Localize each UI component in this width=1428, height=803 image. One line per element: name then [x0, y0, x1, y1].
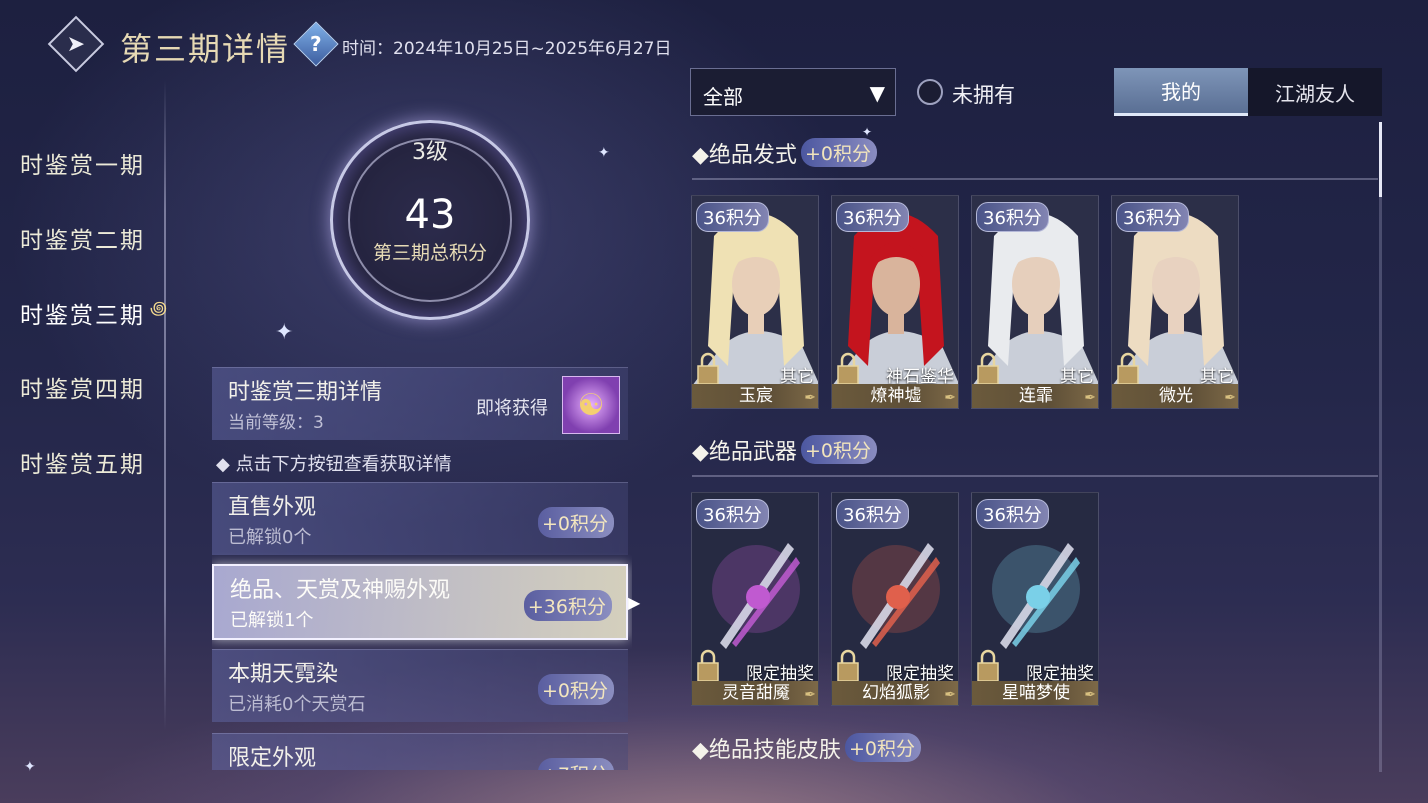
- sparkle-icon: ✦: [275, 320, 294, 345]
- lock-icon: [837, 352, 859, 385]
- score-caption: 第三期总积分: [372, 242, 487, 264]
- back-button[interactable]: ➤: [47, 15, 105, 73]
- lock-icon: [1117, 352, 1139, 385]
- section-title: 绝品技能皮肤: [708, 738, 841, 763]
- help-button[interactable]: ?: [293, 21, 339, 67]
- card-points-badge: 36积分: [696, 499, 769, 529]
- level-ring: 3级 43 第三期总积分: [330, 120, 530, 320]
- item-card[interactable]: 36积分 神石鉴华 燎神墟 ✒: [831, 195, 959, 409]
- category-list[interactable]: 直售外观 已解锁0个 +0积分 绝品、天赏及神赐外观 已解锁1个 +36积分 本…: [212, 480, 632, 770]
- lock-icon: [837, 649, 859, 682]
- points-badge: +0积分: [800, 435, 877, 464]
- item-card[interactable]: 36积分 其它 玉宸 ✒: [691, 195, 819, 409]
- card-points-badge: 36积分: [836, 202, 909, 232]
- card-points-badge: 36积分: [976, 499, 1049, 529]
- level-text: 3级: [412, 140, 448, 165]
- lock-icon: [697, 352, 719, 385]
- item-card[interactable]: 36积分 限定抽奖 灵音甜魇 ✒: [691, 492, 819, 706]
- active-swirl-icon: ꩜: [150, 298, 168, 319]
- scrollbar-thumb[interactable]: [1379, 122, 1382, 197]
- nav-item-season-4[interactable]: 时鉴赏四期: [20, 370, 145, 404]
- quill-icon: ✒: [944, 687, 956, 703]
- section-title: 绝品发式: [708, 143, 797, 168]
- category-dye[interactable]: 本期天霓染 已消耗0个天赏石 +0积分: [212, 649, 628, 722]
- points-badge: +0积分: [537, 507, 614, 538]
- filter-dropdown[interactable]: 全部 ▼: [690, 68, 896, 116]
- current-level: 当前等级：3: [228, 413, 324, 433]
- category-direct-sale[interactable]: 直售外观 已解锁0个 +0积分: [212, 482, 628, 555]
- nav-item-season-1[interactable]: 时鉴赏一期: [20, 146, 145, 180]
- tab-friends[interactable]: 江湖友人: [1248, 68, 1382, 116]
- card-name: 灵音甜魇: [692, 681, 818, 705]
- category-sub: 已消耗0个天赏石: [228, 694, 366, 715]
- card-points-badge: 36积分: [836, 499, 909, 529]
- card-points-badge: 36积分: [696, 202, 769, 232]
- sparkle-icon: ✦: [24, 759, 36, 775]
- scrollbar-track[interactable]: [1379, 122, 1382, 772]
- filter-selected: 全部: [703, 85, 743, 109]
- item-card[interactable]: 36积分 限定抽奖 幻焰狐影 ✒: [831, 492, 959, 706]
- card-name: 玉宸: [692, 384, 818, 408]
- season-detail-panel: 时鉴赏三期详情 当前等级：3 即将获得 ☯: [212, 367, 628, 440]
- help-icon: ?: [310, 31, 322, 56]
- quill-icon: ✒: [944, 390, 956, 406]
- quill-icon: ✒: [1084, 687, 1096, 703]
- page-title: 第三期详情: [120, 30, 291, 68]
- category-premium-appearance[interactable]: 绝品、天赏及神赐外观 已解锁1个 +36积分: [212, 564, 628, 640]
- hint-text: ◆ 点击下方按钮查看获取详情: [216, 454, 452, 475]
- taiji-icon[interactable]: ☯: [562, 376, 620, 434]
- category-title: 本期天霓染: [228, 662, 339, 687]
- points-badge: +0积分: [800, 138, 877, 167]
- category-sub: 已解锁0个: [228, 527, 312, 548]
- nav-item-season-2[interactable]: 时鉴赏二期: [20, 221, 145, 255]
- card-name: 连霏: [972, 384, 1098, 408]
- sparkle-icon: ✦: [598, 145, 610, 161]
- nav-divider: [164, 80, 166, 730]
- category-limited[interactable]: 限定外观 +7积分: [212, 733, 628, 770]
- nav-item-season-5[interactable]: 时鉴赏五期: [20, 445, 145, 479]
- lock-icon: [977, 352, 999, 385]
- lock-icon: [977, 649, 999, 682]
- lock-icon: [697, 649, 719, 682]
- section-divider: [692, 178, 1378, 180]
- soon-label: 即将获得: [476, 398, 548, 419]
- detail-title: 时鉴赏三期详情: [228, 380, 383, 405]
- item-card[interactable]: 36积分 其它 微光 ✒: [1111, 195, 1239, 409]
- card-name: 星喵梦使: [972, 681, 1098, 705]
- category-title: 绝品、天赏及神赐外观: [230, 578, 451, 603]
- points-badge: +7积分: [537, 758, 614, 770]
- card-points-badge: 36积分: [1116, 202, 1189, 232]
- card-name: 幻焰狐影: [832, 681, 958, 705]
- quill-icon: ✒: [1084, 390, 1096, 406]
- event-time: 时间：2024年10月25日~2025年6月27日: [342, 39, 672, 59]
- category-title: 直售外观: [228, 495, 317, 520]
- section-skill-skin: ◆绝品技能皮肤 +0积分: [692, 732, 921, 764]
- section-title: 绝品武器: [708, 440, 797, 465]
- section-hair: ◆绝品发式 +0积分: [692, 137, 877, 169]
- item-card[interactable]: 36积分 限定抽奖 星喵梦使 ✒: [971, 492, 1099, 706]
- card-points-badge: 36积分: [976, 202, 1049, 232]
- card-name: 微光: [1112, 384, 1238, 408]
- back-arrow-icon: ➤: [66, 31, 86, 57]
- unowned-radio[interactable]: [917, 79, 943, 105]
- tab-mine[interactable]: 我的: [1114, 68, 1248, 116]
- points-badge: +36积分: [523, 590, 612, 621]
- total-score: 43: [404, 192, 456, 238]
- points-badge: +0积分: [844, 733, 921, 762]
- category-sub: 已解锁1个: [230, 610, 314, 631]
- chevron-down-icon: ▼: [869, 81, 885, 105]
- nav-item-season-3[interactable]: 时鉴赏三期: [20, 296, 145, 330]
- item-card[interactable]: 36积分 其它 连霏 ✒: [971, 195, 1099, 409]
- card-name: 燎神墟: [832, 384, 958, 408]
- section-divider: [692, 475, 1378, 477]
- quill-icon: ✒: [804, 390, 816, 406]
- selected-arrow-icon: ▶: [628, 593, 641, 612]
- quill-icon: ✒: [1224, 390, 1236, 406]
- category-title: 限定外观: [228, 746, 317, 770]
- quill-icon: ✒: [804, 687, 816, 703]
- section-weapon: ◆绝品武器 +0积分: [692, 434, 877, 466]
- unowned-label[interactable]: 未拥有: [952, 79, 1015, 109]
- points-badge: +0积分: [537, 674, 614, 705]
